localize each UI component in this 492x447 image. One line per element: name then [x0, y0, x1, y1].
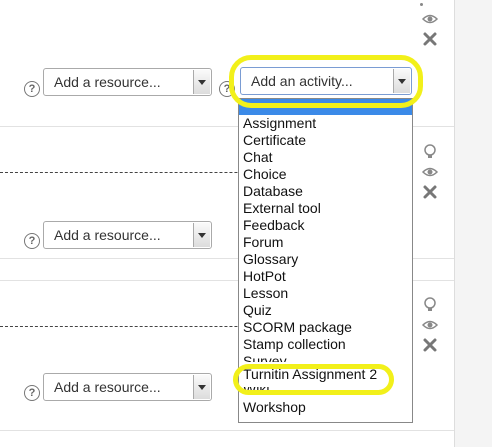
chevron-down-icon[interactable]: [193, 223, 210, 247]
right-gutter: [455, 0, 492, 447]
add-resource-select[interactable]: Add a resource...: [43, 68, 212, 96]
right-border: [454, 0, 455, 447]
add-resource-label: Add a resource...: [54, 74, 161, 90]
activity-option[interactable]: Assignment: [239, 115, 412, 132]
add-activity-label: Add an activity...: [251, 73, 353, 89]
activity-option[interactable]: Glossary: [239, 251, 412, 268]
chevron-down-icon[interactable]: [193, 70, 210, 94]
add-resource-select[interactable]: Add a resource...: [43, 221, 212, 249]
activity-option[interactable]: Chat: [239, 149, 412, 166]
activity-option-turnitin[interactable]: Turnitin Assignment 2: [239, 362, 412, 387]
activity-option[interactable]: Lesson: [239, 285, 412, 302]
add-resource-select[interactable]: Add a resource...: [43, 373, 212, 401]
activity-option[interactable]: Database: [239, 183, 412, 200]
delete-icon[interactable]: [421, 30, 439, 48]
eye-icon[interactable]: [421, 316, 439, 334]
activity-option[interactable]: Forum: [239, 234, 412, 251]
activity-option[interactable]: HotPot: [239, 268, 412, 285]
activity-option[interactable]: Stamp collection: [239, 336, 412, 353]
dropdown-selected-row[interactable]: [239, 99, 412, 115]
lightbulb-icon[interactable]: [421, 296, 439, 314]
help-icon[interactable]: ?: [219, 81, 235, 97]
help-icon[interactable]: ?: [24, 233, 40, 249]
add-activity-select[interactable]: Add an activity...: [240, 67, 412, 95]
section-edge-dot: [420, 3, 423, 6]
delete-icon[interactable]: [421, 183, 439, 201]
help-icon[interactable]: ?: [24, 81, 40, 97]
activity-option[interactable]: Certificate: [239, 132, 412, 149]
activity-option[interactable]: Survey: [239, 353, 412, 362]
add-resource-label: Add a resource...: [54, 227, 161, 243]
chevron-down-icon[interactable]: [393, 69, 410, 93]
activity-option[interactable]: SCORM package: [239, 319, 412, 336]
eye-icon[interactable]: [421, 163, 439, 181]
activity-dropdown-list[interactable]: Assignment Certificate Chat Choice Datab…: [238, 98, 413, 423]
chevron-down-icon[interactable]: [193, 375, 210, 399]
activity-option[interactable]: Quiz: [239, 302, 412, 319]
section-divider: [0, 430, 454, 431]
eye-icon[interactable]: [421, 10, 439, 28]
activity-option[interactable]: External tool: [239, 200, 412, 217]
activity-option[interactable]: Feedback: [239, 217, 412, 234]
lightbulb-icon[interactable]: [421, 143, 439, 161]
activity-option[interactable]: Workshop: [239, 399, 412, 416]
activity-option[interactable]: Choice: [239, 166, 412, 183]
delete-icon[interactable]: [421, 336, 439, 354]
add-resource-label: Add a resource...: [54, 379, 161, 395]
help-icon[interactable]: ?: [24, 385, 40, 401]
activity-option[interactable]: Wiki: [239, 387, 412, 399]
